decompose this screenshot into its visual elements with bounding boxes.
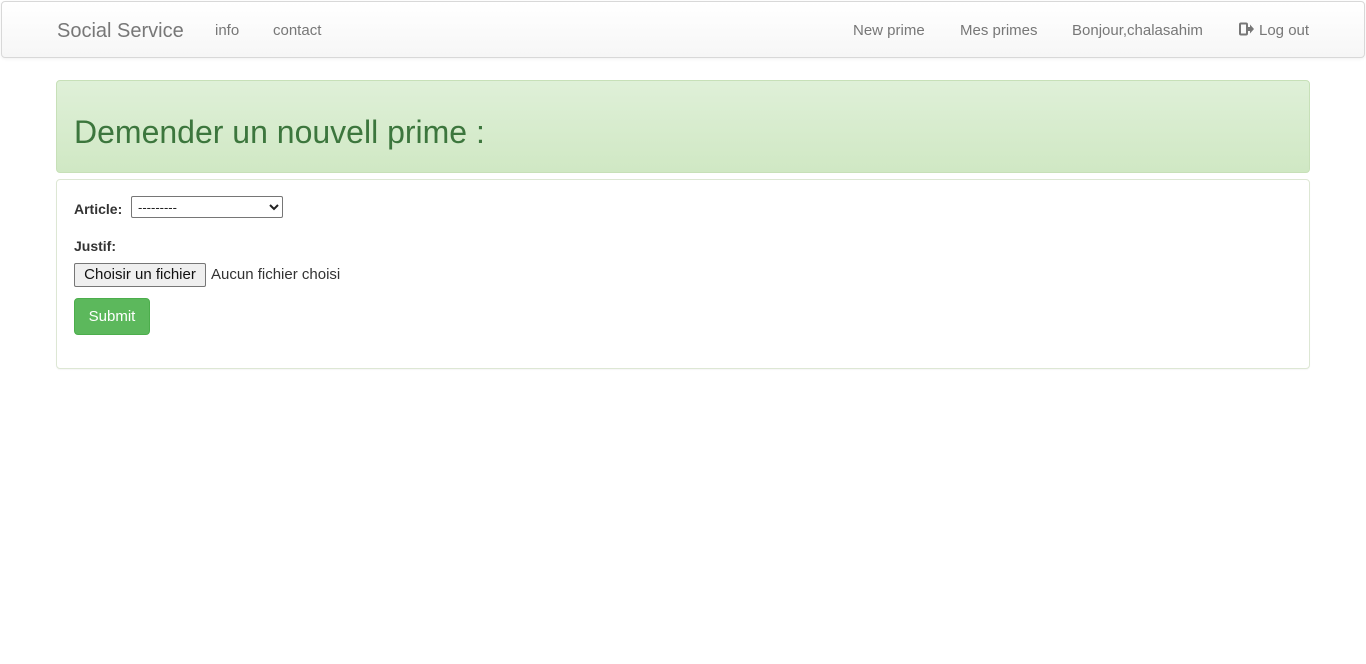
article-select[interactable]: --------- [131, 196, 283, 218]
nav-link-new-prime[interactable]: New prime [853, 21, 925, 41]
page-title: Demender un nouvell prime : [74, 114, 485, 150]
justif-label: Justif: [74, 238, 116, 254]
file-status-text: Aucun fichier choisi [211, 266, 341, 283]
navbar: Social Service info contact New prime Me… [1, 1, 1365, 58]
log-out-icon [1239, 22, 1255, 36]
submit-button[interactable]: Submit [74, 298, 150, 335]
nav-link-info[interactable]: info [215, 21, 239, 41]
article-label: Article: [74, 201, 123, 217]
nav-link-contact[interactable]: contact [273, 21, 321, 41]
nav-link-mes-primes[interactable]: Mes primes [960, 21, 1038, 41]
logout-link[interactable]: Log out [1239, 21, 1309, 41]
page-header-alert: Demender un nouvell prime : [56, 80, 1310, 173]
choose-file-button[interactable]: Choisir un fichier [74, 263, 206, 287]
brand-link[interactable]: Social Service [57, 19, 184, 43]
prime-request-form: Article: --------- Justif: Choisir un fi… [56, 179, 1310, 369]
logout-label: Log out [1259, 22, 1310, 39]
nav-link-user-greeting[interactable]: Bonjour,chalasahim [1072, 21, 1203, 41]
